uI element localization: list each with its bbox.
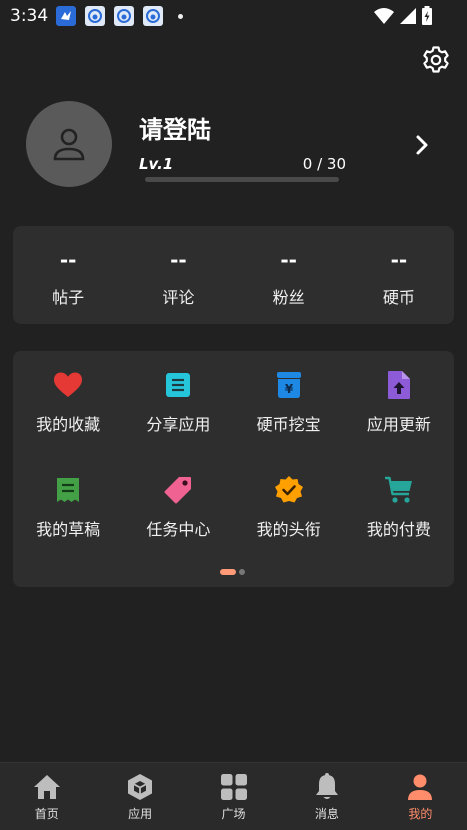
system-indicators	[373, 6, 433, 26]
feature-label: 我的头衔	[256, 520, 321, 539]
feature-my-titles[interactable]: 我的头衔	[234, 456, 344, 561]
page-dot	[239, 569, 245, 575]
tag-icon	[163, 475, 193, 505]
stat-coins[interactable]: -- 硬币	[344, 226, 454, 324]
features-card: 我的收藏 分享应用 ¥ 硬币挖宝 应用更新 我的草稿 任务中心 我的头衔 我的付…	[13, 351, 454, 587]
feature-label: 分享应用	[146, 415, 211, 434]
feature-label: 我的付费	[366, 520, 431, 539]
stat-label: 帖子	[52, 288, 85, 307]
stat-label: 粉丝	[272, 288, 305, 307]
cloud-app-notification-icon	[114, 6, 135, 26]
bell-icon	[313, 773, 341, 801]
nav-label: 首页	[34, 807, 59, 821]
bird-app-notification-icon	[56, 6, 77, 26]
nav-messages[interactable]: 消息	[280, 763, 373, 830]
feature-label: 任务中心	[146, 520, 211, 539]
feature-my-payments[interactable]: 我的付费	[344, 456, 454, 561]
badge-check-icon	[274, 475, 304, 505]
nav-apps[interactable]: 应用	[93, 763, 186, 830]
nav-label: 广场	[221, 807, 246, 821]
feature-favorites[interactable]: 我的收藏	[13, 351, 123, 456]
person-icon	[406, 773, 434, 801]
battery-icon	[422, 6, 432, 25]
stat-comments[interactable]: -- 评论	[123, 226, 233, 324]
status-bar: 3:34	[0, 0, 467, 32]
nav-home[interactable]: 首页	[0, 763, 93, 830]
feature-app-updates[interactable]: 应用更新	[344, 351, 454, 456]
nav-square[interactable]: 广场	[187, 763, 280, 830]
receipt-icon	[53, 475, 83, 505]
feature-coin-treasure[interactable]: ¥ 硬币挖宝	[234, 351, 344, 456]
feature-drafts[interactable]: 我的草稿	[13, 456, 123, 561]
heart-icon	[53, 370, 83, 400]
level-label: Lv.1	[139, 155, 174, 173]
list-icon	[163, 370, 193, 400]
gear-icon	[423, 46, 449, 73]
feature-label: 我的草稿	[36, 520, 101, 539]
nav-mine[interactable]: 我的	[374, 763, 467, 830]
feature-task-center[interactable]: 任务中心	[123, 456, 233, 561]
status-time: 3:34	[10, 6, 49, 26]
wifi-icon	[374, 8, 394, 24]
home-icon	[33, 773, 61, 801]
coin-bag-icon: ¥	[274, 370, 304, 400]
grid-icon	[220, 773, 248, 801]
cloud-app-notification-icon	[143, 6, 164, 26]
stat-value: --	[59, 248, 77, 272]
experience-text: 0 / 30	[302, 155, 346, 173]
stat-followers[interactable]: -- 粉丝	[234, 226, 344, 324]
stat-value: --	[170, 248, 187, 272]
feature-label: 硬币挖宝	[256, 415, 321, 434]
cart-icon	[384, 475, 414, 505]
cube-icon	[126, 773, 154, 801]
stat-label: 评论	[162, 288, 195, 307]
feature-label: 应用更新	[366, 415, 431, 434]
svg-text:¥: ¥	[284, 382, 293, 396]
cloud-app-notification-icon	[85, 6, 106, 26]
stat-posts[interactable]: -- 帖子	[13, 226, 123, 324]
file-upload-icon	[384, 370, 414, 400]
signal-icon	[400, 8, 416, 24]
stat-value: --	[390, 248, 408, 272]
nav-label: 应用	[128, 807, 153, 821]
avatar[interactable]	[26, 101, 112, 187]
stat-value: --	[280, 248, 297, 272]
stats-card: -- 帖子 -- 评论 -- 粉丝 -- 硬币	[13, 226, 454, 324]
more-notifications-dot	[178, 13, 184, 19]
chevron-right-icon	[416, 135, 428, 155]
feature-grid: 我的收藏 分享应用 ¥ 硬币挖宝 应用更新 我的草稿 任务中心 我的头衔 我的付…	[13, 351, 454, 561]
bottom-nav: 首页 应用 广场 消息 我的	[0, 762, 467, 830]
page-indicator[interactable]	[220, 569, 245, 575]
feature-share-app[interactable]: 分享应用	[123, 351, 233, 456]
nav-label: 我的	[408, 807, 433, 821]
experience-progress-bar	[145, 177, 339, 182]
person-outline-icon	[53, 128, 85, 161]
profile-open-button[interactable]	[410, 131, 434, 159]
nav-label: 消息	[314, 807, 339, 821]
feature-label: 我的收藏	[36, 415, 101, 434]
login-prompt[interactable]: 请登陆	[139, 110, 211, 145]
page-dot-active	[220, 569, 236, 575]
settings-button[interactable]	[420, 44, 452, 76]
stat-label: 硬币	[382, 288, 415, 307]
